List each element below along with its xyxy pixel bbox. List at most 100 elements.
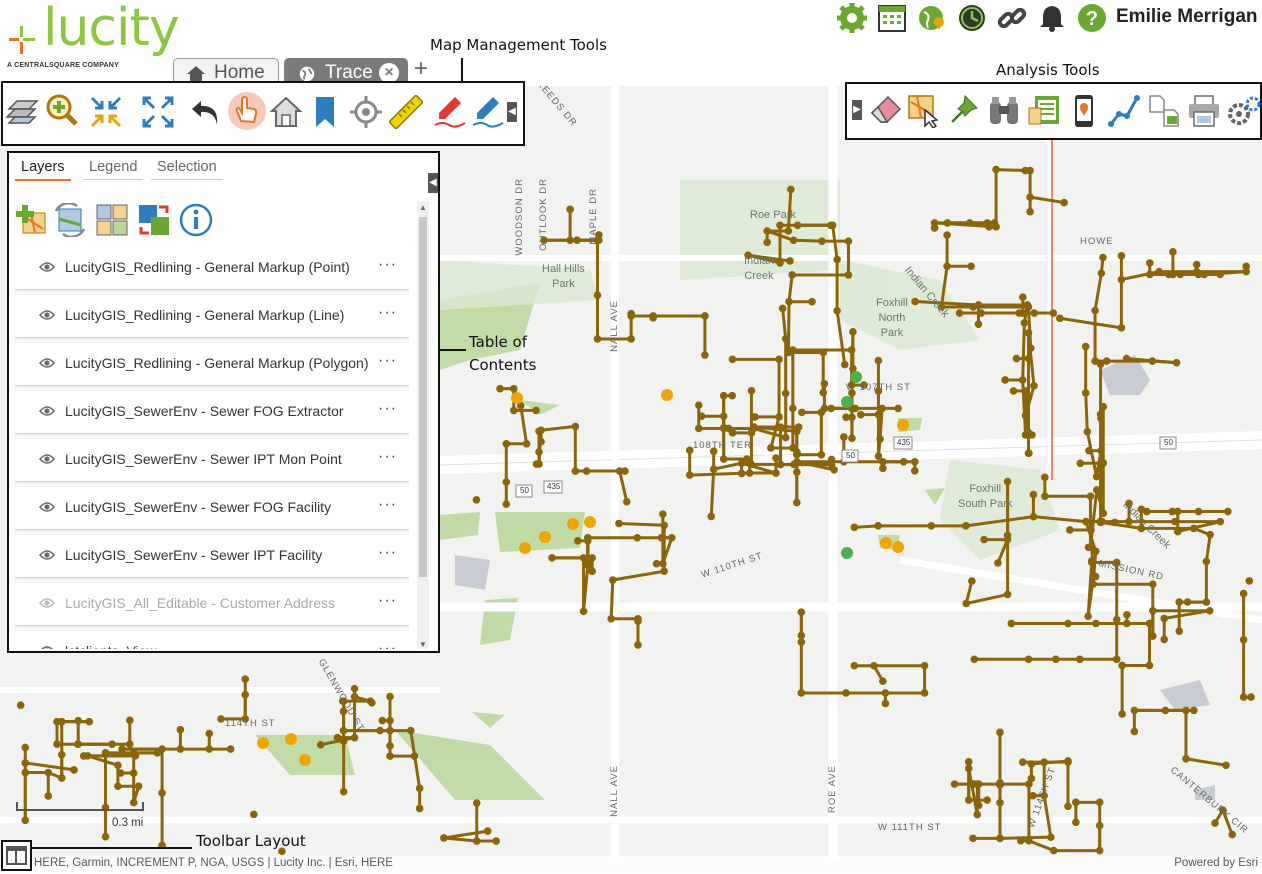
settings-icon[interactable] — [1227, 94, 1261, 128]
back-icon[interactable] — [189, 95, 223, 129]
layer-row[interactable]: LucityGIS_SewerEnv - Sewer FOG Extractor… — [15, 391, 409, 433]
map-footer: HERE, Garmin, INCREMENT P, NGA, USGS | L… — [0, 856, 1262, 873]
eraser-icon[interactable] — [869, 94, 903, 128]
visibility-eye-icon[interactable] — [39, 549, 55, 561]
collapse-toc-button[interactable]: ◀ — [428, 173, 438, 193]
zoom-in-icon[interactable] — [45, 93, 79, 127]
collapse-toolbar-button[interactable]: ◀ — [507, 102, 517, 122]
annotation-line: Table of — [469, 333, 527, 351]
layer-options-button[interactable]: ··· — [378, 304, 397, 322]
calendar-icon[interactable] — [876, 2, 908, 34]
layer-options-button[interactable]: ··· — [378, 400, 397, 418]
table-of-contents-panel: Layers Legend Selection ◀ LucityGIS_Redl… — [7, 151, 440, 653]
label-indian-creek: IndianCreek — [744, 254, 774, 284]
mobile-icon[interactable] — [1067, 94, 1101, 128]
layer-options-button[interactable]: ··· — [378, 352, 397, 370]
visibility-eye-icon[interactable] — [39, 453, 55, 465]
layer-name: lctclients_View — [65, 643, 157, 649]
shield-50: 50 — [520, 486, 529, 495]
close-tab-button[interactable]: × — [379, 63, 399, 83]
visibility-eye-icon[interactable] — [39, 261, 55, 273]
add-layer-icon[interactable] — [15, 203, 49, 237]
layer-row[interactable]: LucityGIS_Redlining - General Markup (Po… — [15, 247, 409, 289]
layer-name: LucityGIS_SewerEnv - Sewer FOG Facility — [65, 499, 331, 515]
locate-icon[interactable] — [349, 95, 383, 129]
layer-row[interactable]: LucityGIS_SewerEnv - Sewer FOG Facility ·… — [15, 487, 409, 529]
label-line: Foxhill — [876, 297, 908, 309]
layer-options-button[interactable]: ··· — [378, 496, 397, 514]
swap-layers-icon[interactable] — [137, 203, 171, 237]
label-roe-park: Roe Park — [750, 208, 796, 223]
bell-icon[interactable] — [1036, 2, 1068, 34]
layer-name: LucityGIS_SewerEnv - Sewer IPT Facility — [65, 547, 322, 563]
trace-icon[interactable] — [1107, 94, 1141, 128]
logo-subtitle: A CENTRALSQUARE COMPANY — [7, 62, 119, 69]
pan-icon[interactable] — [227, 91, 267, 131]
layer-row[interactable]: LucityGIS_All_Editable - Customer Addres… — [15, 583, 409, 625]
layer-row[interactable]: LucityGIS_SewerEnv - Sewer IPT Mon Point… — [15, 439, 409, 481]
layer-options-button[interactable]: ··· — [378, 640, 397, 649]
toolbar-layout-button[interactable] — [1, 840, 32, 871]
pin-icon[interactable] — [947, 94, 981, 128]
zoom-out-icon[interactable] — [89, 95, 123, 129]
gear-icon[interactable] — [836, 2, 868, 34]
label-w111: W 111TH ST — [878, 822, 942, 833]
layer-options-button[interactable]: ··· — [378, 256, 397, 274]
label-foxhill-south: FoxhillSouth Park — [958, 482, 1012, 512]
basemap-icon[interactable] — [5, 95, 39, 129]
print-icon[interactable] — [1187, 94, 1221, 128]
markup-blue-icon[interactable] — [471, 95, 505, 129]
layer-name: LucityGIS_Redlining - General Markup (Po… — [65, 355, 368, 371]
expand-toolbar-button[interactable]: ▶ — [852, 100, 862, 120]
powered-by-esri[interactable]: Powered by Esri — [1174, 857, 1258, 869]
refresh-layers-icon[interactable] — [53, 203, 87, 237]
layer-row[interactable]: LucityGIS_Redlining - General Markup (Po… — [15, 343, 409, 385]
visibility-eye-icon[interactable] — [39, 309, 55, 321]
full-extent-icon[interactable] — [141, 95, 175, 129]
documents-icon[interactable] — [1147, 94, 1181, 128]
user-name[interactable]: Emilie Merrigan — [1116, 6, 1258, 28]
visibility-eye-icon[interactable] — [39, 597, 55, 609]
markup-red-icon[interactable] — [433, 95, 467, 129]
scroll-down-icon[interactable]: ▼ — [419, 640, 427, 649]
layer-options-button[interactable]: ··· — [378, 592, 397, 610]
tab-legend[interactable]: Legend — [83, 157, 143, 180]
layer-list-scrollbar[interactable]: ▲ ▼ — [417, 201, 429, 649]
shield-50: 50 — [1164, 438, 1173, 447]
scroll-thumb[interactable] — [419, 217, 427, 577]
layer-row[interactable]: LucityGIS_Redlining - General Markup (Li… — [15, 295, 409, 337]
scroll-up-icon[interactable]: ▲ — [419, 203, 427, 212]
bookmark-icon[interactable] — [308, 95, 342, 129]
visibility-eye-icon[interactable] — [39, 405, 55, 417]
label-line: Park — [881, 327, 904, 339]
annotation-line: Contents — [469, 356, 536, 374]
measure-icon[interactable] — [389, 95, 423, 129]
label-hall-hills: Hall HillsPark — [542, 262, 585, 292]
globe-pin-icon[interactable] — [916, 2, 948, 34]
binoculars-icon[interactable] — [987, 94, 1021, 128]
layer-row[interactable]: lctclients_View ··· — [15, 631, 409, 649]
layer-options-button[interactable]: ··· — [378, 448, 397, 466]
clock-icon[interactable] — [956, 2, 988, 34]
home-extent-icon[interactable] — [269, 95, 303, 129]
visibility-eye-icon[interactable] — [39, 645, 55, 649]
select-icon[interactable] — [907, 94, 941, 128]
label-line: North — [878, 312, 905, 324]
layer-grid-icon[interactable] — [95, 203, 129, 237]
identify-icon[interactable] — [1027, 94, 1061, 128]
svg-text:?: ? — [1086, 8, 1098, 30]
visibility-eye-icon[interactable] — [39, 357, 55, 369]
tab-selection[interactable]: Selection — [151, 157, 223, 180]
layer-options-button[interactable]: ··· — [378, 544, 397, 562]
scale-label: 0.3 mi — [112, 817, 143, 829]
link-icon[interactable] — [996, 2, 1028, 34]
help-icon[interactable]: ? — [1076, 2, 1108, 34]
add-tab-button[interactable]: + — [414, 55, 428, 83]
visibility-eye-icon[interactable] — [39, 501, 55, 513]
shield-435: 435 — [897, 438, 910, 447]
layer-row[interactable]: LucityGIS_SewerEnv - Sewer IPT Facility ·… — [15, 535, 409, 577]
tab-layers[interactable]: Layers — [15, 157, 71, 181]
info-icon[interactable] — [179, 203, 213, 237]
label-line: Foxhill — [969, 483, 1001, 495]
label-line: Hall Hills — [542, 263, 585, 275]
